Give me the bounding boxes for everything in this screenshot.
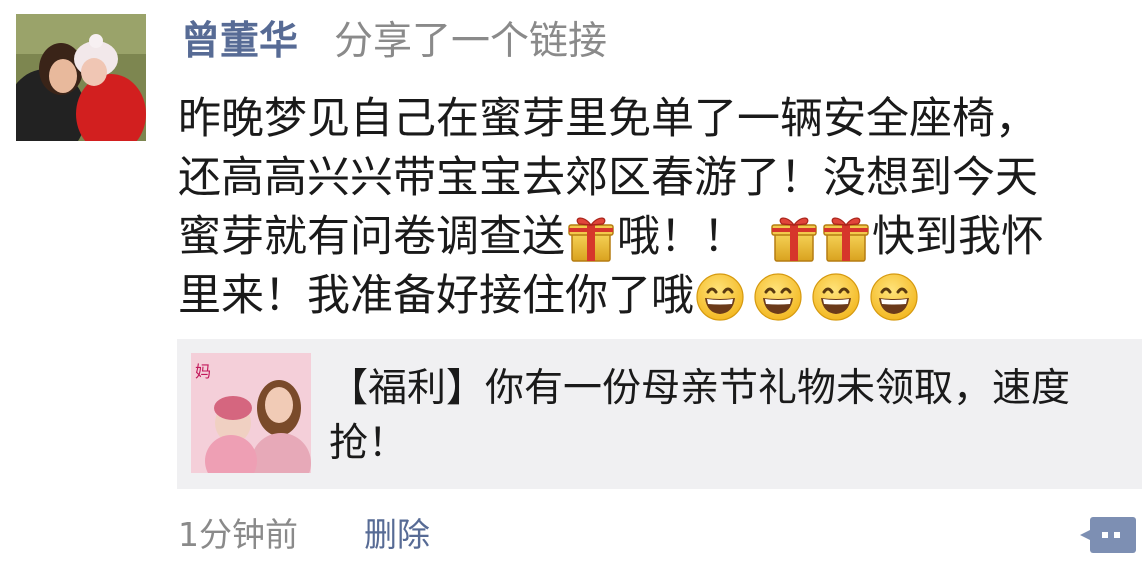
- post-text-segment: 里来！我准备好接住你了哦: [178, 271, 694, 321]
- post-text: 昨晚梦见自己在蜜芽里免单了一辆安全座椅， 还高高兴兴带宝宝去郊区春游了！没想到今…: [178, 90, 1108, 326]
- comment-button[interactable]: [1078, 515, 1138, 557]
- post-text-line: 昨晚梦见自己在蜜芽里免单了一辆安全座椅，: [178, 94, 1038, 144]
- post-text-line: 还高高兴兴带宝宝去郊区春游了！没想到今天: [178, 153, 1038, 203]
- thumb-caption: 妈: [195, 362, 211, 381]
- post-line: 昨晚梦见自己在蜜芽里免单了一辆安全座椅，: [178, 90, 1108, 149]
- link-title: 【福利】你有一份母亲节礼物未领取，速度抢！: [329, 366, 1071, 466]
- avatar[interactable]: [16, 14, 146, 141]
- grinning-face-icon: [868, 271, 920, 323]
- grinning-face-icon: [694, 271, 746, 323]
- author-name[interactable]: 曾董华: [181, 18, 298, 66]
- comment-bubble-icon: [1080, 517, 1136, 553]
- gift-icon: [768, 212, 820, 264]
- avatar-photo: [16, 14, 146, 141]
- post-line: 里来！我准备好接住你了哦: [178, 267, 1108, 326]
- gift-icon: [820, 212, 872, 264]
- grinning-face-icon: [810, 271, 862, 323]
- timestamp: 1分钟前: [178, 515, 298, 554]
- link-thumbnail: 妈: [191, 353, 311, 473]
- shared-link-card[interactable]: 妈 【福利】你有一份母亲节礼物未领取，速度抢！: [177, 339, 1142, 489]
- post-text-segment: 蜜芽就有问卷调查送: [178, 212, 565, 262]
- post-line: 还高高兴兴带宝宝去郊区春游了！没想到今天: [178, 149, 1108, 208]
- share-action-text: 分享了一个链接: [334, 19, 608, 64]
- post-line: 蜜芽就有问卷调查送 哦！！ 快到我怀: [178, 208, 1108, 267]
- grinning-face-icon: [752, 271, 804, 323]
- post-text-segment: 快到我怀: [872, 212, 1044, 262]
- delete-button[interactable]: 删除: [364, 513, 430, 557]
- post-text-segment: 哦！！: [617, 212, 746, 262]
- gift-icon: [565, 212, 617, 264]
